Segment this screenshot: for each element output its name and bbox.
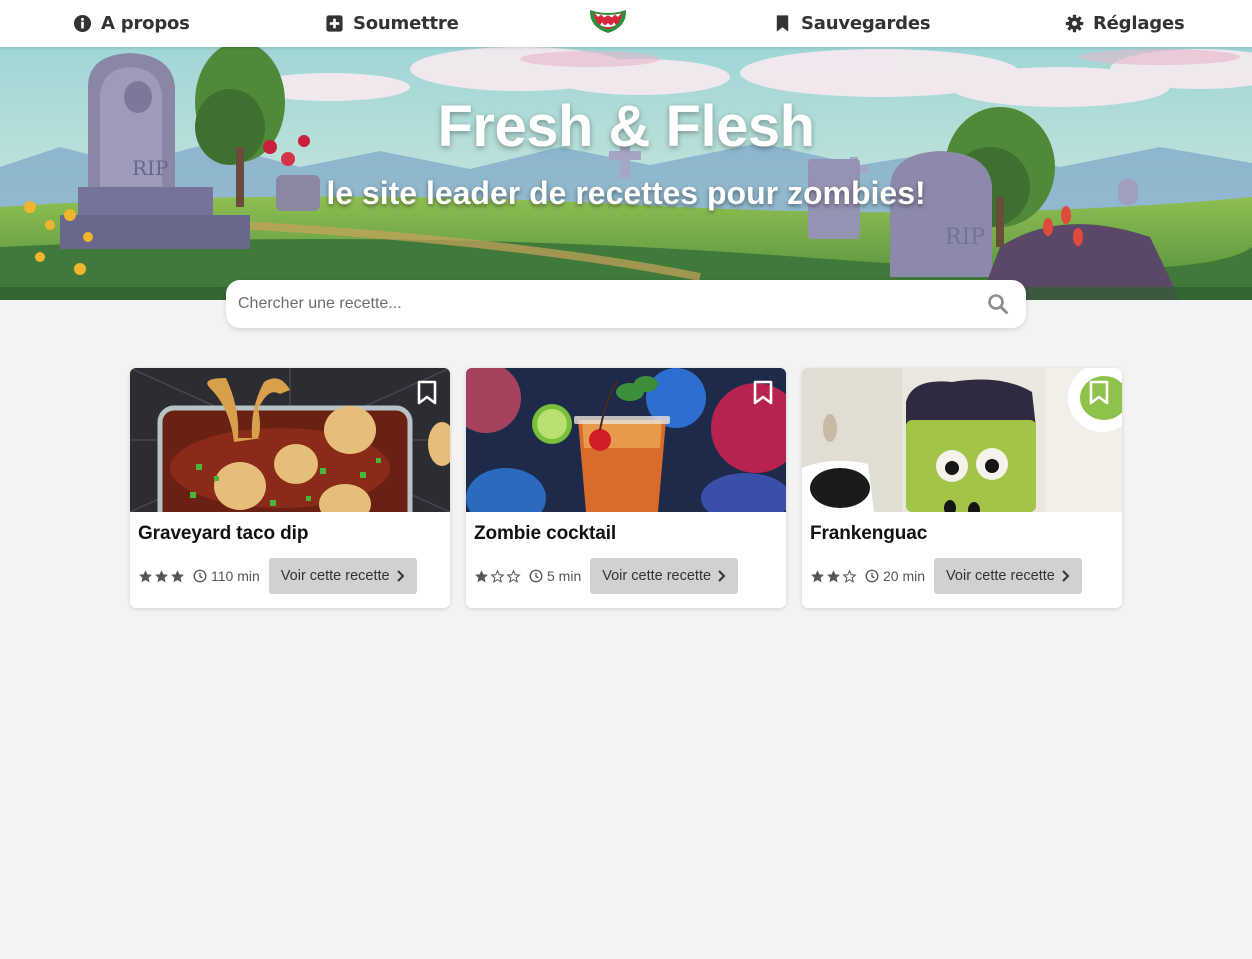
recipe-time: 110 min (211, 568, 260, 584)
star-empty-icon (842, 569, 857, 583)
star-filled-icon (811, 569, 824, 582)
recipe-card[interactable]: Graveyard taco dip 110 min Voir cette re… (130, 368, 450, 608)
star-filled-icon (475, 569, 488, 582)
nav-settings[interactable]: Réglages (1065, 0, 1185, 47)
nav-saved[interactable]: Sauvegardes (773, 0, 931, 47)
view-recipe-label: Voir cette recette (280, 568, 390, 584)
search-input[interactable] (226, 280, 970, 328)
recipe-title: Frankenguac (810, 523, 928, 544)
info-circle-icon (73, 14, 92, 33)
nav-saved-label: Sauvegardes (801, 13, 931, 34)
star-filled-icon (171, 569, 184, 582)
nav-about[interactable]: A propos (73, 0, 190, 47)
bookmark-toggle-icon[interactable] (752, 380, 774, 406)
hero-title: Fresh & Flesh (437, 94, 815, 159)
svg-text:RIP: RIP (945, 225, 985, 250)
star-filled-icon (155, 569, 168, 582)
gear-icon (1065, 14, 1084, 33)
clock-icon (193, 569, 207, 583)
recipe-image (130, 368, 450, 512)
view-recipe-label: Voir cette recette (946, 568, 1055, 584)
recipe-meta: 20 min Voir cette recette (810, 558, 1082, 594)
recipe-card[interactable]: Frankenguac 20 min Voir cette recette (802, 368, 1122, 608)
nav-about-label: A propos (101, 13, 190, 34)
rating-stars (810, 569, 857, 584)
star-filled-icon (827, 569, 840, 582)
star-filled-icon (139, 569, 152, 582)
recipe-meta: 5 min Voir cette recette (474, 558, 739, 594)
chevron-right-icon (1062, 570, 1070, 582)
chevron-right-icon (396, 570, 405, 582)
view-recipe-button[interactable]: Voir cette recette (268, 558, 417, 594)
hero-subtitle: le site leader de recettes pour zombies! (326, 175, 926, 211)
star-empty-icon (506, 569, 521, 583)
recipe-title: Zombie cocktail (474, 523, 617, 544)
zombie-mouth-logo[interactable] (588, 5, 628, 35)
recipe-image (802, 368, 1122, 512)
search-button[interactable] (970, 280, 1026, 328)
view-recipe-button[interactable]: Voir cette recette (590, 558, 739, 594)
recipe-image (466, 368, 786, 512)
plus-square-icon (326, 15, 343, 32)
nav-submit-label: Soumettre (353, 13, 459, 34)
recipe-time: 20 min (883, 568, 926, 584)
top-navbar: A propos Soumettre Sauvegardes Réglages (0, 0, 1252, 47)
view-recipe-label: Voir cette recette (602, 568, 712, 584)
clock-icon (529, 569, 543, 583)
view-recipe-button[interactable]: Voir cette recette (934, 558, 1082, 594)
rating-stars (138, 569, 185, 584)
recipe-card[interactable]: Zombie cocktail 5 min Voir cette recette (466, 368, 786, 608)
recipe-title: Graveyard taco dip (138, 523, 309, 544)
bookmark-icon (776, 15, 789, 32)
graveyard-illustration: RIP RIP (0, 47, 1252, 300)
search-bar (226, 280, 1026, 328)
bookmark-toggle-icon[interactable] (1088, 380, 1110, 406)
chevron-right-icon (718, 570, 726, 582)
rating-stars (474, 569, 521, 584)
nav-settings-label: Réglages (1093, 13, 1185, 34)
clock-icon (865, 569, 879, 583)
nav-submit[interactable]: Soumettre (325, 0, 459, 47)
bookmark-toggle-icon[interactable] (416, 380, 438, 406)
hero-banner: RIP RIP Fresh & Flesh le site leader de … (0, 47, 1252, 300)
search-icon (988, 294, 1008, 314)
recipe-meta: 110 min Voir cette recette (138, 558, 417, 594)
star-empty-icon (490, 569, 505, 583)
recipe-time: 5 min (547, 568, 582, 584)
